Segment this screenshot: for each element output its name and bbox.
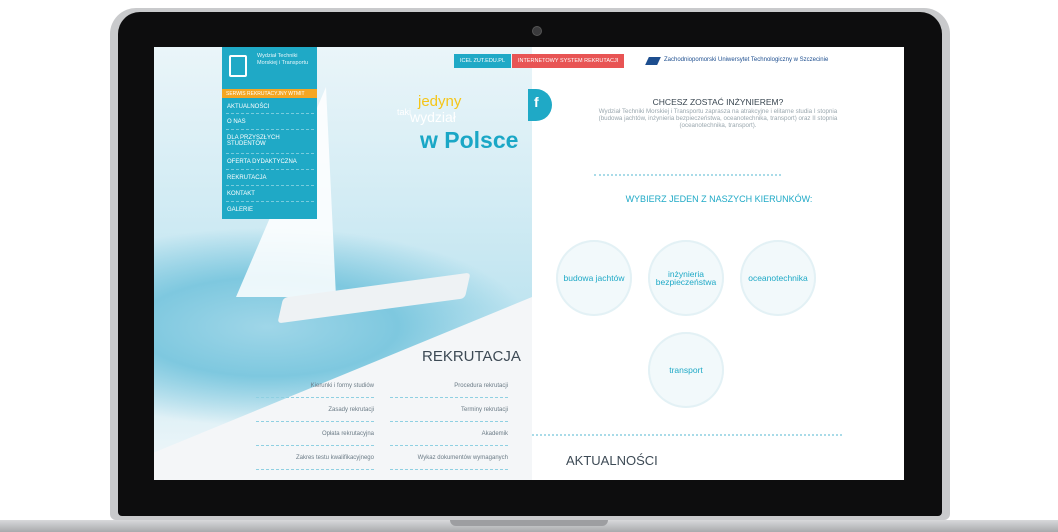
menu-divider bbox=[226, 153, 314, 154]
menu-divider bbox=[226, 113, 314, 114]
link-divider bbox=[256, 445, 374, 446]
laptop-notch bbox=[450, 520, 608, 526]
tagline-mid: wydział bbox=[410, 109, 456, 125]
course-transport[interactable]: transport bbox=[648, 332, 724, 408]
recruitment-link[interactable]: Zasady rekrutacji bbox=[256, 407, 374, 413]
facebook-icon[interactable]: f bbox=[528, 89, 552, 121]
tagline-small: taki bbox=[397, 107, 412, 117]
link-divider bbox=[390, 469, 508, 470]
icel-link-button[interactable]: ICEL ZUT.EDU.PL bbox=[454, 54, 512, 68]
intro-text: Wydział Techniki Morskiej i Transportu z… bbox=[598, 108, 838, 130]
menu-highlight-recruitment-service[interactable]: SERWIS REKRUTACYJNY WTMIT bbox=[222, 89, 317, 98]
website-screen: Wydział Techniki Morskiej i Transportu S… bbox=[154, 47, 904, 480]
menu-item-future-students[interactable]: DLA PRZYSZŁYCH STUDENTÓW bbox=[227, 135, 287, 147]
course-yacht-building[interactable]: budowa jachtów bbox=[556, 240, 632, 316]
menu-divider bbox=[226, 201, 314, 202]
menu-item-galleries[interactable]: GALERIE bbox=[227, 207, 315, 213]
section-divider bbox=[532, 434, 842, 436]
tagline-big: w Polsce bbox=[420, 127, 519, 153]
menu-item-contact[interactable]: KONTAKT bbox=[227, 191, 315, 197]
recruitment-link[interactable]: Procedura rekrutacji bbox=[390, 383, 508, 389]
menu-item-offer[interactable]: OFERTA DYDAKTYCZNA bbox=[227, 159, 315, 165]
link-divider bbox=[256, 421, 374, 422]
menu-item-news[interactable]: AKTUALNOŚCI bbox=[227, 104, 315, 110]
faculty-logo-icon[interactable] bbox=[229, 55, 247, 77]
recruitment-link[interactable]: Akademik bbox=[390, 431, 508, 437]
menu-item-recruitment[interactable]: REKRUTACJA bbox=[227, 175, 315, 181]
recruitment-title: REKRUTACJA bbox=[422, 348, 521, 365]
menu-divider bbox=[226, 169, 314, 170]
news-title: AKTUALNOŚCI bbox=[566, 453, 658, 468]
menu-divider bbox=[226, 129, 314, 130]
link-divider bbox=[390, 445, 508, 446]
link-divider bbox=[256, 469, 374, 470]
recruitment-link[interactable]: Zakres testu kwalifikacyjnego bbox=[256, 455, 374, 461]
recruitment-system-button[interactable]: INTERNETOWY SYSTEM REKRUTACJI bbox=[512, 54, 625, 68]
link-divider bbox=[256, 397, 374, 398]
intro-heading: CHCESZ ZOSTAĆ INŻYNIEREM? bbox=[652, 97, 784, 107]
course-safety-engineering[interactable]: inżynieria bezpieczeństwa bbox=[648, 240, 724, 316]
recruitment-link[interactable]: Terminy rekrutacji bbox=[390, 407, 508, 413]
menu-divider bbox=[226, 185, 314, 186]
recruitment-link[interactable]: Opłata rekrutacyjna bbox=[256, 431, 374, 437]
camera-icon bbox=[533, 27, 541, 35]
choose-heading: WYBIERZ JEDEN Z NASZYCH KIERUNKÓW: bbox=[625, 194, 813, 204]
recruitment-link[interactable]: Kierunki i formy studiów bbox=[256, 383, 374, 389]
link-divider bbox=[390, 421, 508, 422]
recruitment-link[interactable]: Wykaz dokumentów wymaganych bbox=[390, 455, 508, 461]
university-name[interactable]: Zachodniopomorski Uniwersytet Technologi… bbox=[664, 57, 828, 63]
university-logo-icon[interactable] bbox=[645, 57, 661, 65]
course-ocean-engineering[interactable]: oceanotechnika bbox=[740, 240, 816, 316]
tagline-accent: jedyny bbox=[418, 93, 462, 110]
faculty-name: Wydział Techniki Morskiej i Transportu bbox=[257, 53, 309, 66]
link-divider bbox=[390, 397, 508, 398]
section-divider bbox=[594, 174, 781, 176]
menu-item-about[interactable]: O NAS bbox=[227, 119, 315, 125]
